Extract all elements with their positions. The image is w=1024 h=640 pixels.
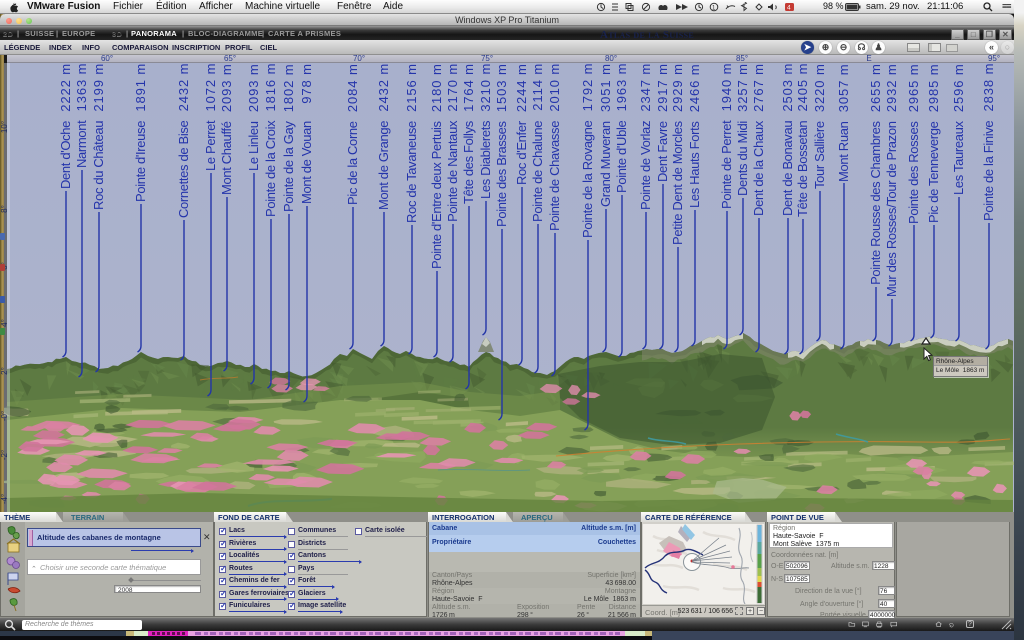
- svg-text:4: 4: [787, 5, 791, 12]
